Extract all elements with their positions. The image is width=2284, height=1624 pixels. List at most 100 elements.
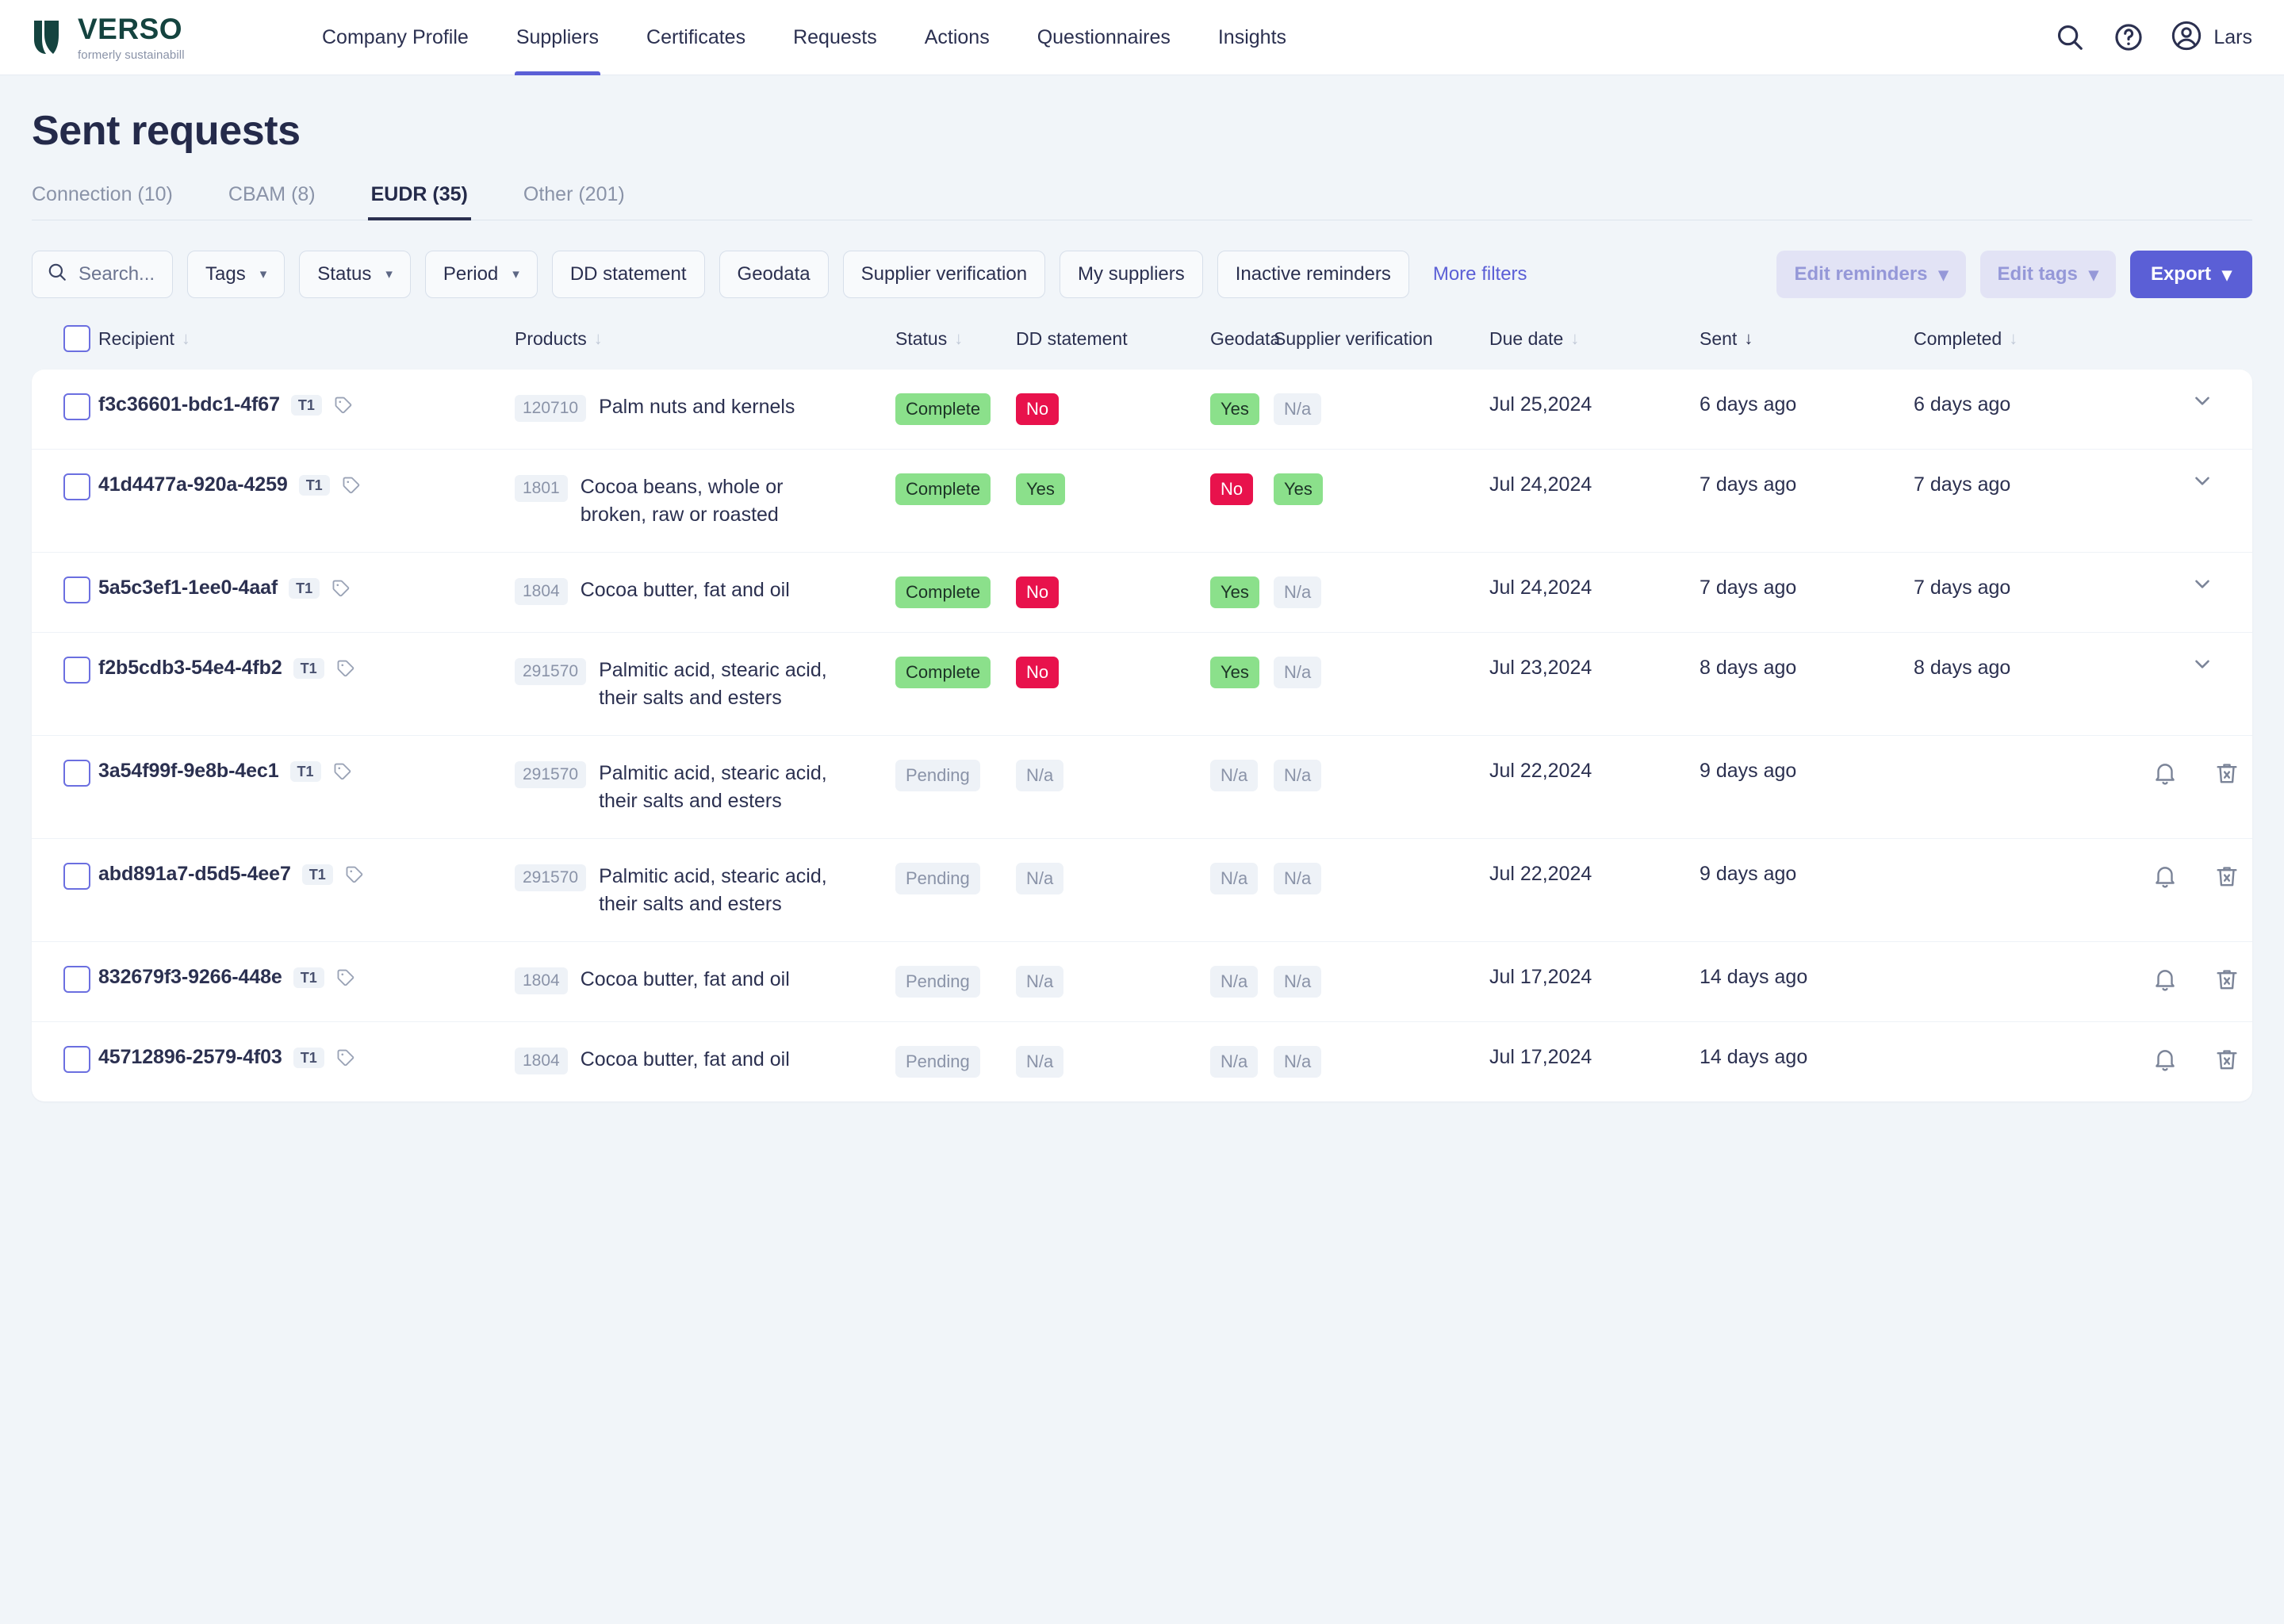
nav-item-questionnaires[interactable]: Questionnaires [1014, 0, 1194, 75]
table-row[interactable]: 41d4477a-920a-4259 T1 1801 Cocoa beans, … [32, 450, 2252, 553]
chevron-down-icon[interactable] [2190, 469, 2214, 492]
nav-item-requests[interactable]: Requests [769, 0, 901, 75]
filter-tags[interactable]: Tags ▾ [187, 251, 286, 298]
column-header-sent[interactable]: Sent ↓ [1700, 328, 1914, 350]
filter-dd-statement[interactable]: DD statement [551, 251, 705, 298]
bell-icon[interactable] [2152, 760, 2179, 787]
help-circle-icon[interactable] [2112, 21, 2145, 54]
tag-icon[interactable] [344, 864, 365, 885]
chevron-down-icon[interactable] [2190, 572, 2214, 596]
sent-value: 7 days ago [1700, 473, 1797, 496]
column-label-completed: Completed [1914, 327, 2002, 349]
status-badge: Pending [895, 966, 980, 998]
products-cell: 291570 Palmitic acid, stearic acid, thei… [515, 657, 895, 711]
nav-item-suppliers[interactable]: Suppliers [492, 0, 623, 75]
row-checkbox[interactable] [63, 1046, 90, 1073]
recipient-name[interactable]: 5a5c3ef1-1ee0-4aaf [98, 576, 278, 599]
tag-icon[interactable] [341, 475, 362, 496]
table-row[interactable]: 45712896-2579-4f03 T1 1804 Cocoa butter,… [32, 1022, 2252, 1101]
tab-other[interactable]: Other (201) [523, 183, 625, 220]
trash-x-icon[interactable] [2213, 966, 2240, 993]
row-checkbox[interactable] [63, 473, 90, 500]
supplier-verification-badge: N/a [1274, 393, 1322, 425]
chevron-down-icon[interactable] [2190, 389, 2214, 412]
search-icon[interactable] [2053, 21, 2087, 54]
tag-icon[interactable] [335, 967, 356, 988]
bell-icon[interactable] [2152, 1046, 2179, 1073]
table-row[interactable]: f3c36601-bdc1-4f67 T1 120710 Palm nuts a… [32, 370, 2252, 450]
trash-x-icon[interactable] [2213, 1046, 2240, 1073]
recipient-name[interactable]: f2b5cdb3-54e4-4fb2 [98, 657, 282, 680]
dd-statement-cell: Yes [1016, 473, 1210, 505]
nav-item-actions[interactable]: Actions [901, 0, 1014, 75]
sent-cell: 9 days ago [1700, 760, 1914, 783]
table-row[interactable]: f2b5cdb3-54e4-4fb2 T1 291570 Palmitic ac… [32, 633, 2252, 736]
row-checkbox[interactable] [63, 393, 90, 420]
geodata-cell: N/a [1210, 966, 1274, 998]
brand-logo[interactable]: VERSO formerly sustainabill [32, 14, 262, 61]
trash-x-icon[interactable] [2213, 760, 2240, 787]
export-button[interactable]: Export ▾ [2129, 251, 2252, 298]
row-checkbox[interactable] [63, 863, 90, 890]
column-header-status[interactable]: Status ↓ [895, 328, 1016, 350]
tag-icon[interactable] [335, 1048, 356, 1068]
table-row[interactable]: 832679f3-9266-448e T1 1804 Cocoa butter,… [32, 942, 2252, 1022]
tab-cbam[interactable]: CBAM (8) [228, 183, 316, 220]
edit-reminders-button[interactable]: Edit reminders ▾ [1776, 251, 1966, 298]
recipient-name[interactable]: 41d4477a-920a-4259 [98, 473, 288, 496]
nav-item-certificates[interactable]: Certificates [623, 0, 769, 75]
select-all-checkbox[interactable] [63, 325, 90, 352]
table-row[interactable]: 5a5c3ef1-1ee0-4aaf T1 1804 Cocoa butter,… [32, 553, 2252, 633]
recipient-name[interactable]: 45712896-2579-4f03 [98, 1046, 282, 1069]
row-checkbox[interactable] [63, 760, 90, 787]
column-header-due-date[interactable]: Due date ↓ [1489, 328, 1700, 350]
due-date-cell: Jul 24,2024 [1489, 576, 1700, 599]
status-badge: Complete [895, 393, 991, 425]
tag-icon[interactable] [335, 658, 356, 679]
row-checkbox[interactable] [63, 576, 90, 603]
recipient-name[interactable]: 3a54f99f-9e8b-4ec1 [98, 760, 279, 783]
edit-tags-button[interactable]: Edit tags ▾ [1979, 251, 2116, 298]
column-header-recipient[interactable]: Recipient ↓ [98, 328, 515, 350]
tab-eudr[interactable]: EUDR (35) [367, 183, 472, 220]
row-checkbox[interactable] [63, 966, 90, 993]
due-date-cell: Jul 17,2024 [1489, 966, 1700, 989]
filter-my-suppliers[interactable]: My suppliers [1060, 251, 1203, 298]
filter-status[interactable]: Status ▾ [299, 251, 411, 298]
row-select-cell [32, 760, 98, 787]
due-date-value: Jul 24,2024 [1489, 576, 1592, 599]
row-actions-cell [2152, 576, 2252, 596]
filter-inactive-reminders[interactable]: Inactive reminders [1217, 251, 1409, 298]
supplier-verification-cell: Yes [1274, 473, 1489, 505]
bell-icon[interactable] [2152, 966, 2179, 993]
tag-icon[interactable] [332, 761, 353, 782]
column-label-supplier-verification: Supplier verification [1274, 327, 1433, 349]
recipient-name[interactable]: 832679f3-9266-448e [98, 966, 282, 989]
filter-period[interactable]: Period ▾ [424, 251, 538, 298]
tab-connection[interactable]: Connection (10) [32, 183, 173, 220]
chevron-down-icon[interactable] [2190, 652, 2214, 676]
supplier-verification-badge: N/a [1274, 1046, 1322, 1078]
table-header-row: Recipient ↓ Products ↓ Status ↓ DD state… [32, 298, 2252, 370]
recipient-cell: 5a5c3ef1-1ee0-4aaf T1 [98, 576, 515, 599]
table-row[interactable]: 3a54f99f-9e8b-4ec1 T1 291570 Palmitic ac… [32, 736, 2252, 839]
row-select-cell [32, 473, 98, 500]
more-filters-button[interactable]: More filters [1424, 263, 1537, 285]
nav-item-company-profile[interactable]: Company Profile [298, 0, 492, 75]
user-menu[interactable]: Lars [2171, 20, 2252, 56]
row-checkbox[interactable] [63, 657, 90, 684]
nav-item-insights[interactable]: Insights [1194, 0, 1310, 75]
search-input[interactable]: Search... [32, 251, 174, 298]
recipient-name[interactable]: abd891a7-d5d5-4ee7 [98, 863, 291, 886]
tag-icon[interactable] [333, 395, 354, 416]
filter-geodata[interactable]: Geodata [719, 251, 829, 298]
sent-cell: 6 days ago [1700, 393, 1914, 416]
bell-icon[interactable] [2152, 863, 2179, 890]
column-header-products[interactable]: Products ↓ [515, 328, 895, 350]
filter-supplier-verification[interactable]: Supplier verification [842, 251, 1046, 298]
recipient-name[interactable]: f3c36601-bdc1-4f67 [98, 393, 280, 416]
tag-icon[interactable] [331, 578, 351, 599]
column-header-completed[interactable]: Completed ↓ [1914, 328, 2152, 350]
table-row[interactable]: abd891a7-d5d5-4ee7 T1 291570 Palmitic ac… [32, 839, 2252, 942]
trash-x-icon[interactable] [2213, 863, 2240, 890]
